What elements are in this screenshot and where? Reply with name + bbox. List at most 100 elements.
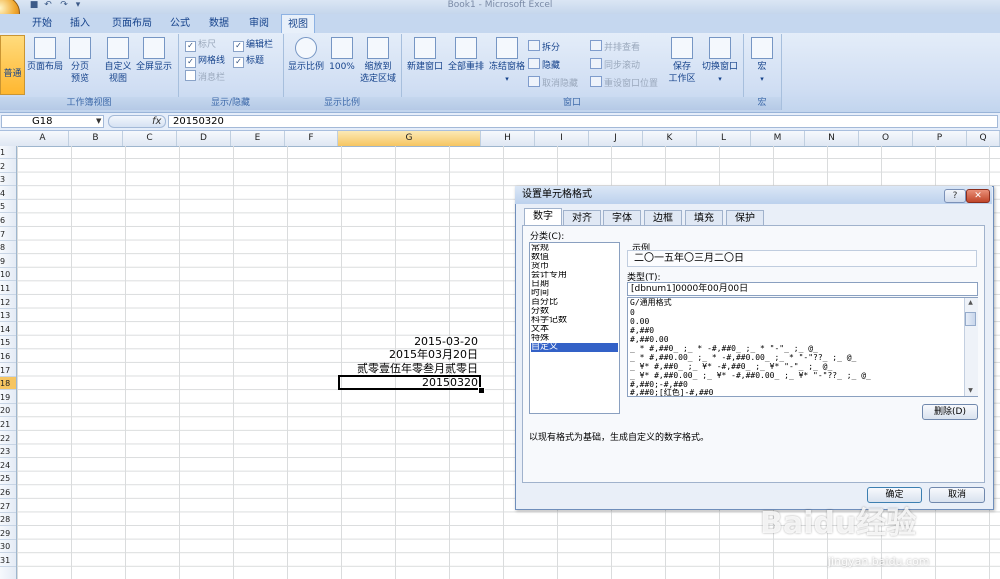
cancel-button[interactable]: 取消 [929,487,985,503]
row-header-23[interactable]: 23 [0,445,16,459]
row-header-28[interactable]: 28 [0,513,16,527]
headings-checkbox[interactable]: ✓ 标题 [233,54,264,68]
column-header-q[interactable]: Q [967,131,1000,146]
tab-view[interactable]: 视图 [281,14,315,33]
dialog-tab-alignment[interactable]: 对齐 [563,210,601,225]
dialog-tab-protection[interactable]: 保护 [726,210,764,225]
name-box-dropdown-icon[interactable]: ▼ [96,117,101,125]
dialog-tab-font[interactable]: 字体 [603,210,641,225]
fill-handle[interactable] [478,387,485,394]
sync-scroll-button[interactable]: 同步滚动 [590,58,640,72]
ruler-checkbox[interactable]: ✓ 标尺 [185,38,216,52]
split-button[interactable]: 拆分 [528,40,560,54]
row-header-17[interactable]: 17 [0,364,16,377]
zoom-100-button[interactable]: 100% [328,37,356,73]
column-header-l[interactable]: L [697,131,751,146]
scroll-down-icon[interactable]: ▼ [965,386,976,396]
hide-button[interactable]: 隐藏 [528,58,560,72]
row-header-31[interactable]: 31 [0,554,16,567]
category-item[interactable]: 分数 [531,307,618,316]
column-header-c[interactable]: C [123,131,177,146]
row-header-27[interactable]: 27 [0,500,16,513]
insert-function-icon[interactable]: fx [152,115,161,128]
customize-qat-icon[interactable]: ▾ [72,0,84,10]
save-icon[interactable]: ■ [28,0,40,10]
row-header-7[interactable]: 7 [0,228,16,241]
macros-button[interactable]: 宏 ▾ [748,37,776,85]
category-item[interactable]: 时间 [531,289,618,298]
row-header-19[interactable]: 19 [0,391,16,404]
type-list-item[interactable]: #,##0;[红色]-#,##0 [630,388,960,398]
row-header-1[interactable]: 1 [0,146,16,159]
category-item[interactable]: 数值 [531,253,618,262]
cell-g15[interactable]: 2015-03-20 [340,335,478,348]
row-header-10[interactable]: 10 [0,268,16,282]
zoom-button[interactable]: 显示比例 [286,37,326,73]
switch-windows-button[interactable]: 切换窗口 ▾ [700,37,740,85]
tab-home[interactable]: 开始 [26,14,58,33]
page-break-preview-button[interactable]: 分页预览 [66,37,94,85]
reset-window-position-button[interactable]: 重设窗口位置 [590,76,658,90]
row-header-30[interactable]: 30 [0,540,16,554]
row-header-25[interactable]: 25 [0,472,16,486]
category-item[interactable]: 科学记数 [531,316,618,325]
row-header-8[interactable]: 8 [0,241,16,255]
row-header-15[interactable]: 15 [0,336,16,350]
column-header-b[interactable]: B [69,131,123,146]
category-item-selected[interactable]: 自定义 [531,343,618,352]
row-header-18[interactable]: 18 [0,377,16,391]
dialog-tab-number[interactable]: 数字 [524,208,562,226]
row-header-12[interactable]: 12 [0,296,16,309]
scroll-up-icon[interactable]: ▲ [965,298,976,308]
category-item[interactable]: 日期 [531,280,618,289]
scrollbar-thumb[interactable] [965,312,976,326]
name-box[interactable]: G18 [1,115,104,128]
category-item[interactable]: 特殊 [531,334,618,343]
arrange-all-button[interactable]: 全部重排 [446,37,486,73]
row-header-26[interactable]: 26 [0,486,16,499]
column-header-h[interactable]: H [481,131,535,146]
tab-data[interactable]: 数据 [203,14,235,33]
row-header-14[interactable]: 14 [0,323,16,336]
formula-bar-checkbox[interactable]: ✓ 编辑栏 [233,38,273,52]
category-item[interactable]: 文本 [531,325,618,334]
row-header-6[interactable]: 6 [0,214,16,227]
new-window-button[interactable]: 新建窗口 [405,37,445,73]
help-icon[interactable]: ? [944,189,966,203]
tab-formulas[interactable]: 公式 [164,14,196,33]
column-header-i[interactable]: I [535,131,589,146]
row-header-9[interactable]: 9 [0,255,16,268]
column-header-j[interactable]: J [589,131,643,146]
row-header-13[interactable]: 13 [0,309,16,323]
zoom-to-selection-button[interactable]: 缩放到 选定区域 [357,37,399,85]
column-header-n[interactable]: N [805,131,859,146]
column-header-k[interactable]: K [643,131,697,146]
delete-button[interactable]: 删除(D) [922,404,978,420]
column-header-f[interactable]: F [285,131,338,146]
row-header-2[interactable]: 2 [0,160,16,173]
custom-views-button[interactable]: 自定义 视图 [102,37,134,85]
row-header-29[interactable]: 29 [0,527,16,540]
normal-view-button[interactable]: 普通 [0,35,25,95]
type-list-item[interactable]: G/通用格式 [630,298,960,308]
row-header-21[interactable]: 21 [0,418,16,431]
column-header-o[interactable]: O [859,131,913,146]
tab-insert[interactable]: 插入 [64,14,96,33]
column-header-m[interactable]: M [751,131,805,146]
category-item[interactable]: 货币 [531,262,618,271]
row-header-22[interactable]: 22 [0,432,16,445]
formula-input[interactable]: 20150320 [168,115,998,128]
page-layout-view-button[interactable]: 页面布局 [26,37,64,73]
message-bar-checkbox[interactable]: 消息栏 [185,70,225,84]
gridlines-checkbox[interactable]: ✓ 网格线 [185,54,225,68]
redo-icon[interactable]: ↷ [58,0,70,10]
column-header-a[interactable]: A [17,131,69,146]
row-header-5[interactable]: 5 [0,200,16,214]
row-header-4[interactable]: 4 [0,187,16,200]
close-icon[interactable]: ✕ [966,189,990,203]
column-header-p[interactable]: P [913,131,967,146]
category-item[interactable]: 会计专用 [531,271,618,280]
row-header-20[interactable]: 20 [0,404,16,418]
tab-review[interactable]: 审阅 [243,14,275,33]
unhide-button[interactable]: 取消隐藏 [528,76,578,90]
